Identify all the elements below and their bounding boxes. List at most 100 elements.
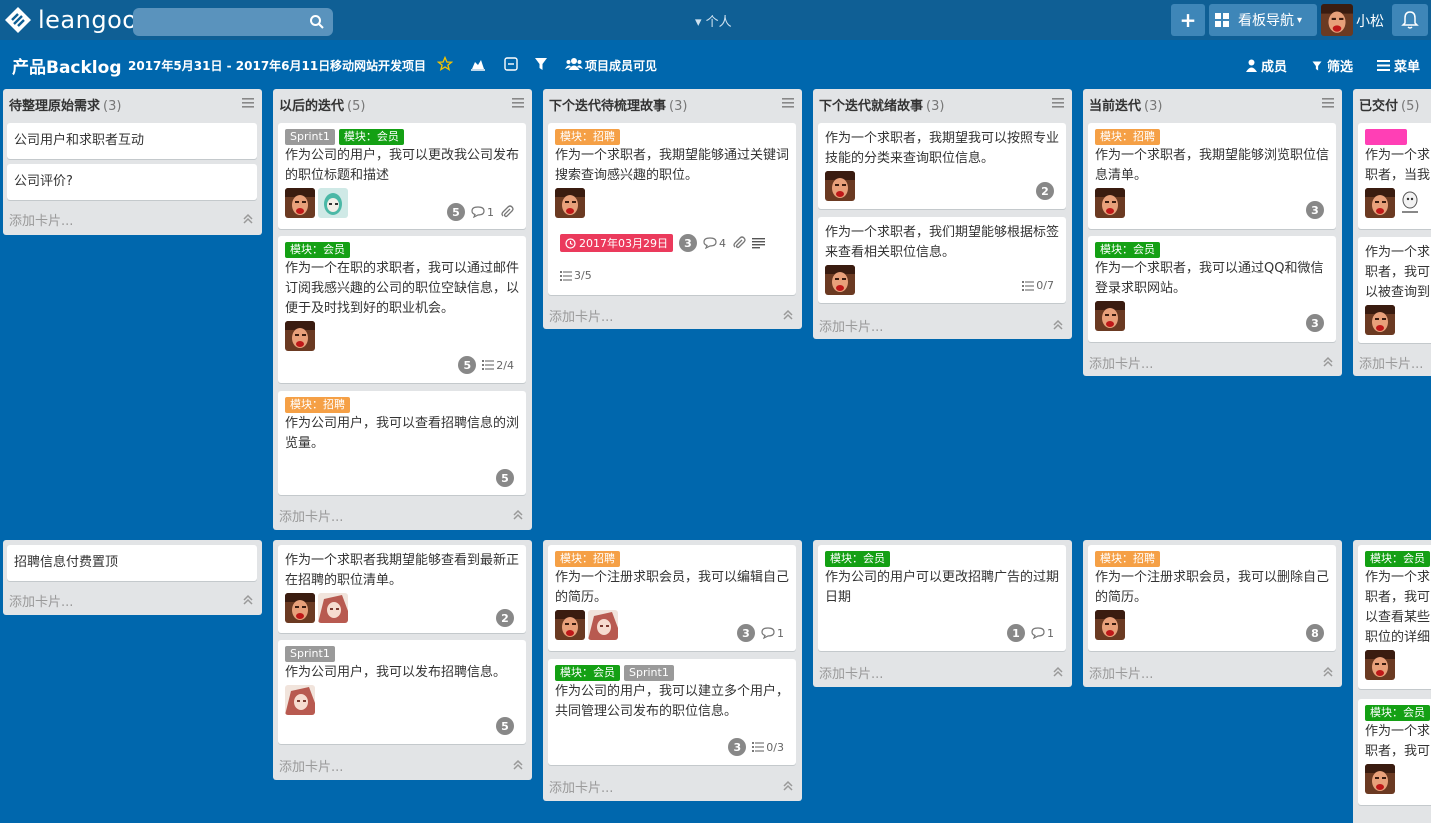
member-avatar[interactable] bbox=[285, 593, 315, 623]
board-project[interactable]: 移动网站开发项目 bbox=[330, 57, 426, 74]
member-avatar[interactable] bbox=[1095, 301, 1125, 331]
card[interactable]: 招聘信息付费置顶 bbox=[7, 545, 257, 581]
member-avatar[interactable] bbox=[825, 171, 855, 201]
member-avatar[interactable] bbox=[285, 321, 315, 351]
collapse-icon[interactable] bbox=[512, 509, 524, 521]
member-avatar[interactable] bbox=[285, 685, 315, 715]
collapse-icon[interactable] bbox=[1322, 356, 1334, 368]
filter-icon[interactable] bbox=[533, 56, 549, 72]
add-card-link[interactable]: 添加卡片... bbox=[9, 210, 73, 229]
member-avatar[interactable] bbox=[825, 265, 855, 295]
collapse-icon[interactable] bbox=[1052, 666, 1064, 678]
card-label: Sprint1 bbox=[624, 665, 674, 681]
list-menu-icon[interactable] bbox=[512, 98, 524, 108]
list-header[interactable]: 以后的迭代 (5) bbox=[273, 89, 532, 119]
story-points-badge: 5 bbox=[458, 356, 477, 374]
card[interactable]: 模块：招聘 作为公司用户，我可以查看招聘信息的浏览量。 5 bbox=[278, 391, 526, 495]
board-visibility[interactable]: 项目成员可见 bbox=[585, 57, 657, 74]
members-button[interactable]: 成员 bbox=[1246, 56, 1287, 75]
member-avatar[interactable] bbox=[555, 188, 585, 218]
add-card-link[interactable]: 添加卡片... bbox=[9, 591, 73, 610]
menu-button[interactable]: 菜单 bbox=[1377, 56, 1420, 75]
collapse-icon[interactable] bbox=[1322, 666, 1334, 678]
card[interactable]: 模块：会员 作为一个求职者，我可以通过邮箱注册一个 bbox=[1358, 699, 1431, 805]
card[interactable]: 公司用户和求职者互动 bbox=[7, 123, 257, 159]
card[interactable]: 作为一个求职者我期望能够查看到最新正在招聘的职位清单。 2 bbox=[278, 545, 526, 633]
member-avatar[interactable] bbox=[1095, 188, 1125, 218]
collapse-icon[interactable] bbox=[782, 780, 794, 792]
logo[interactable]: leangoo bbox=[4, 6, 137, 34]
member-avatar[interactable] bbox=[318, 593, 348, 623]
personal-dropdown[interactable]: ▾ 个人 bbox=[695, 11, 732, 30]
card-text: 作为公司用户，我可以查看招聘信息的浏览量。 bbox=[285, 416, 520, 451]
member-avatar[interactable] bbox=[1365, 188, 1395, 218]
list-header[interactable]: 已交付 (5) bbox=[1353, 89, 1431, 119]
add-card-link[interactable]: 添加卡片... bbox=[279, 506, 343, 525]
card[interactable]: 作为一个求职者，我可以被查询到简历。 bbox=[1358, 237, 1431, 343]
card[interactable]: 模块：招聘 作为一个求职者，我期望能够浏览职位信息清单。 3 bbox=[1088, 123, 1336, 229]
card[interactable]: 模块：招聘 作为一个求职者，我期望能够通过关键词搜索查询感兴趣的职位。 2017… bbox=[548, 123, 796, 295]
card[interactable]: 模块：会员 作为一个在职的求职者，我可以通过邮件订阅我感兴趣的公司的职位空缺信息… bbox=[278, 236, 526, 383]
star-icon[interactable] bbox=[437, 56, 453, 72]
card[interactable]: Sprint1 模块：会员 作为公司的用户，我可以更改我公司发布的职位标题和描述… bbox=[278, 123, 526, 229]
card[interactable]: 模块：会员 作为公司的用户可以更改招聘广告的过期日期 1 1 bbox=[818, 545, 1066, 651]
collapse-icon[interactable] bbox=[242, 594, 254, 606]
card[interactable]: 模块：会员 作为一个求职者，我可以查看某些职位的详细信息，比如薪资水平、地理位置… bbox=[1358, 545, 1431, 689]
add-card-link[interactable]: 添加卡片... bbox=[549, 777, 613, 796]
add-card-link[interactable]: 添加卡片... bbox=[1089, 663, 1153, 682]
member-avatar[interactable] bbox=[588, 610, 618, 640]
member-avatar[interactable] bbox=[555, 610, 585, 640]
add-card-link[interactable]: 添加卡片... bbox=[1359, 353, 1423, 372]
due-date-badge[interactable]: 2017年03月29日 bbox=[560, 234, 673, 252]
list-menu-icon[interactable] bbox=[1052, 98, 1064, 108]
member-avatar[interactable] bbox=[1365, 650, 1395, 680]
member-avatar[interactable] bbox=[1365, 305, 1395, 335]
user-avatar[interactable] bbox=[1321, 4, 1353, 36]
board-title[interactable]: 产品Backlog bbox=[12, 53, 122, 78]
user-name[interactable]: 小松 bbox=[1356, 11, 1384, 31]
card[interactable]: 作为一个求职者，我期望我可以按照专业技能的分类来查询职位信息。 2 bbox=[818, 123, 1066, 209]
member-avatar[interactable] bbox=[1095, 610, 1125, 640]
list-header[interactable]: 下个迭代待梳理故事 (3) bbox=[543, 89, 802, 119]
member-avatar[interactable] bbox=[318, 188, 348, 218]
collapse-icon[interactable] bbox=[512, 759, 524, 771]
list-header[interactable]: 待整理原始需求 (3) bbox=[3, 89, 262, 119]
card[interactable]: 公司评价? bbox=[7, 164, 257, 200]
collapse-icon[interactable] bbox=[242, 213, 254, 225]
filter-icon bbox=[1312, 61, 1322, 70]
story-points-badge: 1 bbox=[1007, 624, 1025, 642]
member-avatar[interactable] bbox=[285, 188, 315, 218]
card[interactable]: Sprint1 作为公司用户，我可以发布招聘信息。 5 bbox=[278, 640, 526, 744]
search-input[interactable] bbox=[133, 8, 333, 36]
filter-button[interactable]: 筛选 bbox=[1311, 56, 1353, 75]
card[interactable]: 模块：招聘 作为一个注册求职会员，我可以删除自己的简历。 8 bbox=[1088, 545, 1336, 651]
notifications-button[interactable] bbox=[1392, 4, 1428, 36]
list-header[interactable]: 下个迭代就绪故事 (3) bbox=[813, 89, 1072, 119]
member-avatar[interactable] bbox=[1365, 764, 1395, 794]
add-card-link[interactable]: 添加卡片... bbox=[1089, 353, 1153, 372]
list-menu-icon[interactable] bbox=[1322, 98, 1334, 108]
card[interactable]: 作为一个求职者，我们期望能够根据标签来查看相关职位信息。 0/7 bbox=[818, 217, 1066, 303]
card-text: 作为公司的用户，我可以建立多个用户，共同管理公司发布的职位信息。 bbox=[555, 684, 790, 719]
add-card-link[interactable]: 添加卡片... bbox=[819, 663, 883, 682]
collapse-icon[interactable] bbox=[1052, 319, 1064, 331]
card[interactable]: 模块：会员 作为一个求职者，我可以通过QQ和微信登录求职网站。 3 bbox=[1088, 236, 1336, 342]
collapse-all-icon[interactable] bbox=[503, 56, 519, 72]
chart-icon[interactable] bbox=[470, 56, 486, 72]
list-header[interactable]: 当前迭代 (3) bbox=[1083, 89, 1342, 119]
list-menu-icon[interactable] bbox=[782, 98, 794, 108]
list-title: 下个迭代待梳理故事 bbox=[549, 99, 667, 114]
card[interactable]: 模块：会员 Sprint1 作为公司的用户，我可以建立多个用户，共同管理公司发布… bbox=[548, 659, 796, 765]
checklist-progress: 0/7 bbox=[1036, 279, 1054, 292]
board-nav-button[interactable]: 看板导航 ▾ bbox=[1209, 4, 1317, 36]
card-label: Sprint1 bbox=[285, 129, 335, 145]
collapse-icon[interactable] bbox=[782, 309, 794, 321]
card[interactable]: 模块：招聘 作为一个注册求职会员，我可以编辑自己的简历。 3 1 bbox=[548, 545, 796, 651]
add-card-link[interactable]: 添加卡片... bbox=[279, 756, 343, 775]
list-menu-icon[interactable] bbox=[242, 98, 254, 108]
card[interactable]: 作为一个求职者，当我忘记密码的时候， bbox=[1358, 123, 1431, 229]
add-card-link[interactable]: 添加卡片... bbox=[549, 306, 613, 325]
add-button[interactable]: + bbox=[1171, 4, 1205, 36]
add-card-link[interactable]: 添加卡片... bbox=[819, 316, 883, 335]
search-icon[interactable] bbox=[309, 14, 325, 30]
